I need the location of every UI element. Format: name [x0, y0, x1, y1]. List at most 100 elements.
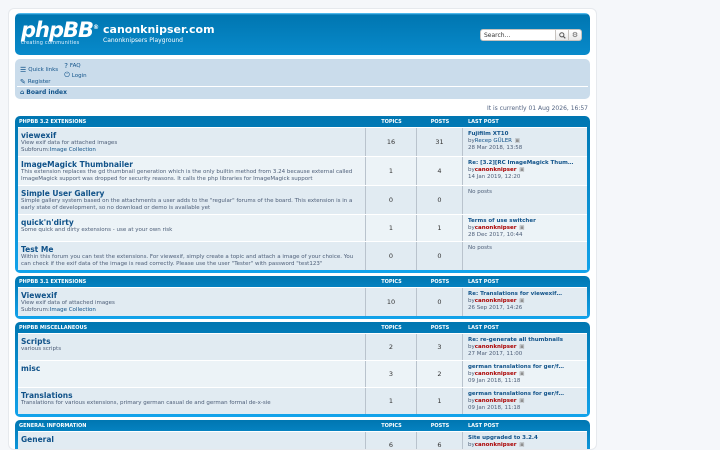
last-post-header: LAST POST	[468, 278, 499, 285]
category-block: PHPBB 3.2 EXTENSIONS TOPICS POSTS LAST POST…	[15, 116, 590, 273]
by-label: by	[468, 225, 475, 231]
faq-link[interactable]: ? FAQ	[64, 62, 86, 70]
view-latest-post-icon[interactable]: ▣	[519, 371, 524, 377]
subforum-line: Subforum:Image Collection	[21, 307, 362, 314]
login-label: Login	[71, 72, 87, 79]
forum-title-link[interactable]: misc	[21, 364, 362, 373]
last-post-header: LAST POST	[468, 422, 499, 429]
forum-title-link[interactable]: viewexif	[21, 131, 362, 140]
posts-header: POSTS	[430, 278, 450, 285]
last-post-cell: Re: re-generate all thumbnails bycanonkni…	[463, 334, 587, 360]
forum-info: Viewexif View exif data of attached image…	[18, 288, 366, 316]
last-post-date: 27 Mar 2017, 11:00	[468, 350, 523, 357]
view-latest-post-icon[interactable]: ▣	[519, 167, 524, 173]
last-post-author-link[interactable]: Recep GÜLER	[475, 138, 512, 144]
forum-row: Scripts various scripts 2 3 Re: re-generate …	[18, 333, 587, 360]
forum-title-link[interactable]: ImageMagick Thumbnailer	[21, 160, 362, 169]
posts-count: 2	[417, 361, 463, 387]
last-post-author-link[interactable]: canonknipser	[475, 398, 517, 404]
power-icon: ⏻	[64, 71, 70, 79]
last-post-title-link[interactable]: german translations for ger/f…	[468, 391, 582, 398]
board-index-link[interactable]: Board index	[26, 89, 67, 96]
category-header: PHPBB 3.1 EXTENSIONS TOPICS POSTS LAST POST	[18, 276, 587, 287]
forum-info: Simple User Gallery Simple gallery system…	[18, 186, 366, 214]
last-post-author-link[interactable]: canonknipser	[475, 344, 517, 350]
quick-links-menu[interactable]: ☰ Quick links	[20, 66, 58, 74]
category-block: GENERAL INFORMATION TOPICS POSTS LAST POST G…	[15, 420, 590, 449]
question-icon: ?	[64, 62, 68, 70]
forum-description: Simple gallery system based on the attac…	[21, 198, 353, 211]
topics-count: 10	[366, 288, 417, 316]
header-bar: phpBB® creating communities canonknipser…	[15, 13, 590, 55]
posts-count: 1	[417, 215, 463, 241]
topics-count: 6	[366, 432, 417, 449]
last-post-author-link[interactable]: canonknipser	[475, 371, 517, 377]
last-post-title-link[interactable]: Terms of use switcher	[468, 218, 582, 225]
last-post-cell: No posts	[463, 186, 587, 214]
forum-description: Translations for various extensions, pri…	[21, 400, 271, 406]
last-post-date: 28 Mar 2018, 13:58	[468, 144, 523, 151]
topics-header: TOPICS	[381, 324, 402, 331]
category-block: PHPBB MISCELLANEOUS TOPICS POSTS LAST POST S…	[15, 322, 590, 417]
last-post-title-link[interactable]: Re: [3.2][RC ImageMagick Thum…	[468, 160, 582, 167]
view-latest-post-icon[interactable]: ▣	[519, 442, 524, 448]
forum-title-link[interactable]: Test Me	[21, 245, 362, 254]
current-time: It is currently 01 Aug 2026, 16:57	[486, 105, 588, 112]
view-latest-post-icon[interactable]: ▣	[519, 398, 524, 404]
by-label: by	[468, 138, 475, 144]
category-title[interactable]: PHPBB 3.1 EXTENSIONS	[18, 279, 366, 285]
search-input[interactable]: Search…	[480, 29, 556, 41]
last-post-cell: No posts	[463, 242, 587, 270]
by-label: by	[468, 398, 475, 404]
search-button[interactable]	[556, 29, 569, 41]
last-post-title-link[interactable]: Fujifilm XT10	[468, 131, 582, 138]
by-label: by	[468, 344, 475, 350]
topics-count: 0	[366, 186, 417, 214]
category-header: GENERAL INFORMATION TOPICS POSTS LAST POST	[18, 420, 587, 431]
subforum-label: Subforum:	[21, 146, 50, 153]
view-latest-post-icon[interactable]: ▣	[519, 298, 524, 304]
category-header: PHPBB MISCELLANEOUS TOPICS POSTS LAST POST	[18, 322, 587, 333]
forum-info: viewexif View exif data for attached imag…	[18, 128, 366, 156]
last-post-title-link[interactable]: german translations for ger/f…	[468, 364, 582, 371]
advanced-search-button[interactable]: ⚙	[569, 29, 582, 41]
forum-row: Viewexif View exif data of attached image…	[18, 287, 587, 316]
register-link[interactable]: ✎ Register	[20, 78, 51, 86]
last-post-title-link[interactable]: Re: re-generate all thumbnails	[468, 337, 582, 344]
topics-count: 1	[366, 215, 417, 241]
home-icon: ⌂	[20, 89, 25, 96]
breadcrumb[interactable]: ⌂ Board index	[20, 89, 67, 96]
last-post-author-link[interactable]: canonknipser	[475, 442, 517, 448]
subforum-line: Subforum:Image Collection	[21, 147, 362, 154]
view-latest-post-icon[interactable]: ▣	[515, 138, 520, 144]
topics-count: 1	[366, 157, 417, 185]
subforum-link[interactable]: Image Collection	[50, 147, 96, 153]
category-title[interactable]: PHPBB 3.2 EXTENSIONS	[18, 119, 366, 125]
nav-bar: ☰ Quick links ? FAQ ⏻ Login ✎ Register ⌂…	[15, 59, 590, 99]
forum-info: Test Me Within this forum you can test th…	[18, 242, 366, 270]
last-post-title-link[interactable]: Site upgraded to 3.2.4	[468, 435, 582, 442]
view-latest-post-icon[interactable]: ▣	[519, 344, 524, 350]
category-title[interactable]: PHPBB MISCELLANEOUS	[18, 325, 366, 331]
last-post-author-link[interactable]: canonknipser	[475, 298, 517, 304]
topics-header: TOPICS	[381, 278, 402, 285]
last-post-author-link[interactable]: canonknipser	[475, 167, 517, 173]
forum-description: Within this forum you can test the exten…	[21, 254, 354, 267]
forum-title-link[interactable]: Scripts	[21, 337, 362, 346]
forum-title-link[interactable]: General	[21, 435, 362, 444]
forum-info: General	[18, 432, 366, 449]
forum-title-link[interactable]: Simple User Gallery	[21, 189, 362, 198]
subforum-link[interactable]: Image Collection	[50, 307, 96, 313]
site-logo[interactable]: phpBB® creating communities	[21, 17, 101, 49]
posts-count: 31	[417, 128, 463, 156]
forum-title-link[interactable]: quick'n'dirty	[21, 218, 362, 227]
forum-title-link[interactable]: Viewexif	[21, 291, 362, 300]
topics-header: TOPICS	[381, 422, 402, 429]
topics-count: 2	[366, 334, 417, 360]
login-link[interactable]: ⏻ Login	[64, 71, 86, 80]
last-post-author-link[interactable]: canonknipser	[475, 225, 517, 231]
category-title[interactable]: GENERAL INFORMATION	[18, 423, 366, 429]
view-latest-post-icon[interactable]: ▣	[519, 225, 524, 231]
forum-title-link[interactable]: Translations	[21, 391, 362, 400]
last-post-title-link[interactable]: Re: Translations for viewexif…	[468, 291, 582, 298]
